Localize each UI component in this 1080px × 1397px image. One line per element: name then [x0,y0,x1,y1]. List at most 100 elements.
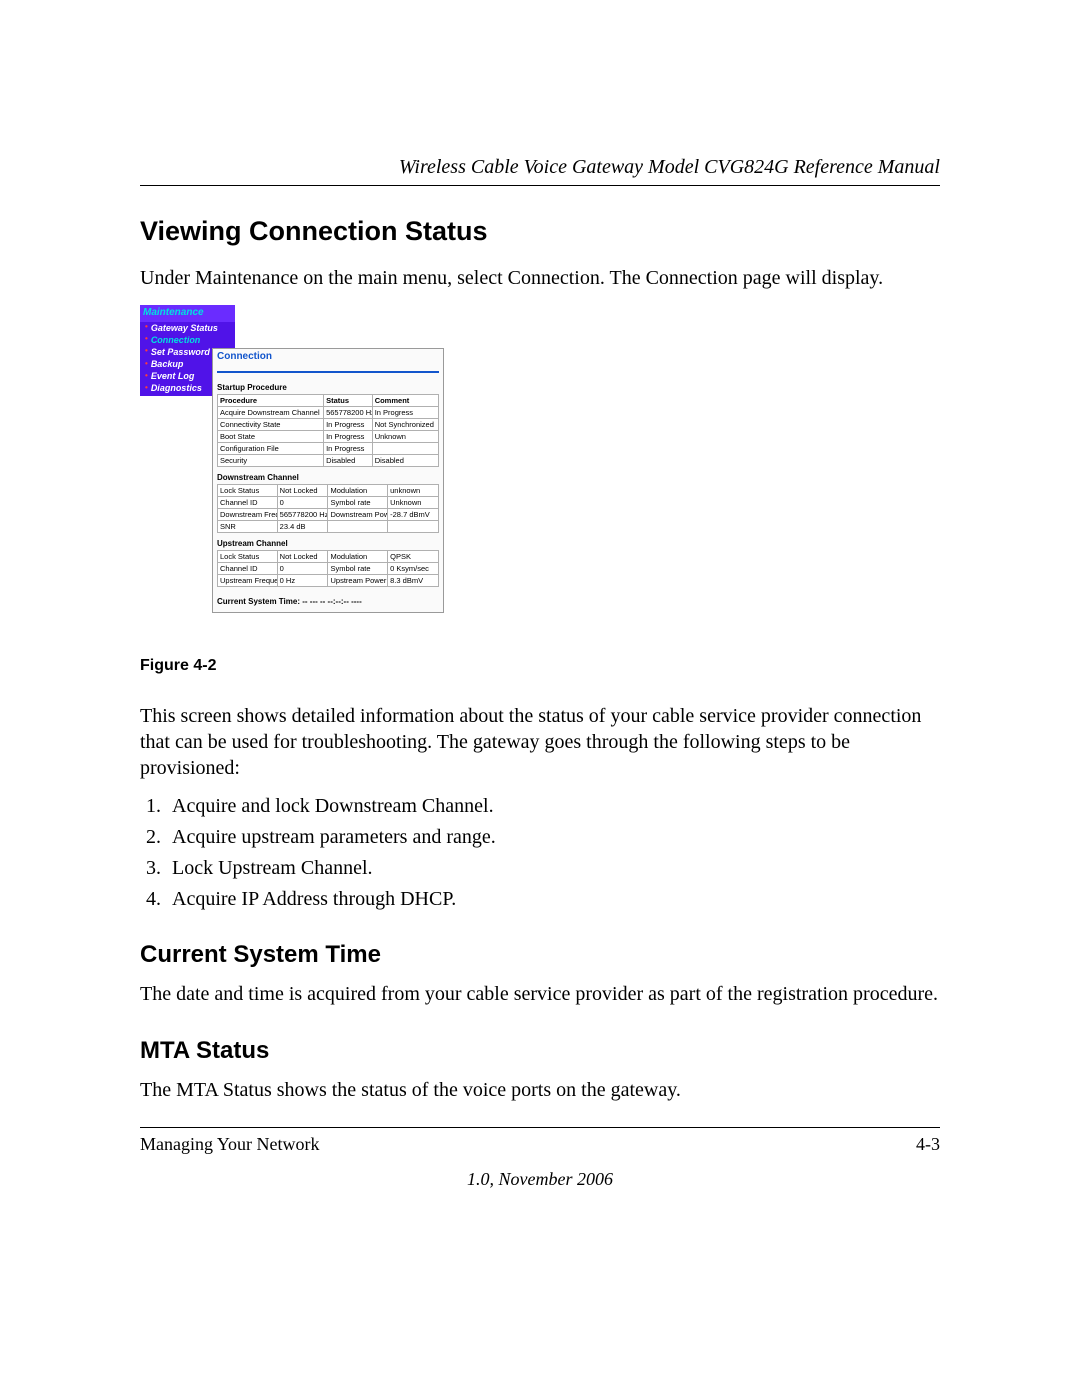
bullet-icon: • [145,322,148,333]
list-item: Acquire upstream parameters and range. [166,826,940,849]
nav-link-label: Backup [151,358,184,370]
table-cell: Disabled [372,455,438,467]
upstream-heading: Upstream Channel [217,539,439,548]
table-row: SNR23.4 dB [218,521,439,533]
bullet-icon: • [145,359,148,370]
divider [140,1127,940,1128]
table-cell: Disabled [324,455,373,467]
table-cell: SNR [218,521,278,533]
figure-caption: Figure 4-2 [140,657,940,675]
table-cell: Lock Status [218,485,278,497]
table-cell: Channel ID [218,497,278,509]
table-row: Channel ID0Symbol rate0 Ksym/sec [218,563,439,575]
table-cell: Modulation [328,551,388,563]
current-system-time: Current System Time: -- --- -- --:--:-- … [217,597,439,606]
footer: Managing Your Network 4-3 [140,1134,940,1155]
heading-mta-status: MTA Status [140,1037,940,1065]
table-cell: Unknown [372,431,438,443]
table-cell: 0 Hz [277,575,328,587]
startup-heading: Startup Procedure [217,383,439,392]
table-cell: 565778200 Hz [277,509,328,521]
table-cell: 0 [277,497,328,509]
provisioning-steps: Acquire and lock Downstream Channel. Acqu… [140,795,940,911]
table-cell: In Progress [324,431,373,443]
table-cell: 0 Ksym/sec [388,563,439,575]
list-item: Acquire IP Address through DHCP. [166,888,940,911]
nav-link-label: Diagnostics [151,382,202,394]
startup-table: ProcedureStatusComment Acquire Downstrea… [217,394,439,467]
downstream-heading: Downstream Channel [217,473,439,482]
table-row: Upstream Frequency0 HzUpstream Power8.3 … [218,575,439,587]
table-cell: Not Locked [277,551,328,563]
heading-current-system-time: Current System Time [140,941,940,969]
systime-label: Current System Time: [217,597,300,606]
table-cell: Not Locked [277,485,328,497]
table-row: Lock StatusNot LockedModulationunknown [218,485,439,497]
cst-paragraph: The date and time is acquired from your … [140,981,940,1007]
list-item: Acquire and lock Downstream Channel. [166,795,940,818]
table-cell: Security [218,455,324,467]
table-cell [388,521,439,533]
mta-paragraph: The MTA Status shows the status of the v… [140,1077,940,1103]
table-cell [328,521,388,533]
table-cell [372,443,438,455]
table-row: Connectivity StateIn ProgressNot Synchro… [218,419,439,431]
nav-category: Maintenance [140,305,235,322]
document-page: Wireless Cable Voice Gateway Model CVG82… [0,0,1080,1397]
intro-paragraph: Under Maintenance on the main menu, sele… [140,265,940,291]
connection-panel: Connection Startup Procedure ProcedureSt… [212,348,444,613]
nav-link-label: Connection [151,334,201,346]
bullet-icon: • [145,371,148,382]
table-cell: 0 [277,563,328,575]
footer-left: Managing Your Network [140,1134,320,1155]
footer-page-number: 4-3 [916,1134,940,1155]
table-cell: Upstream Frequency [218,575,278,587]
table-cell: Connectivity State [218,419,324,431]
table-cell: In Progress [324,443,373,455]
table-cell: Channel ID [218,563,278,575]
table-cell: Boot State [218,431,324,443]
table-cell: Unknown [388,497,439,509]
nav-link[interactable]: •Gateway Status [140,322,235,334]
nav-link[interactable]: •Connection [140,334,235,346]
table-cell: Downstream Frequency [218,509,278,521]
nav-link-label: Event Log [151,370,195,382]
table-cell: Lock Status [218,551,278,563]
table-header: Status [324,395,373,407]
table-row: Lock StatusNot LockedModulationQPSK [218,551,439,563]
table-cell: Acquire Downstream Channel [218,407,324,419]
table-cell: 23.4 dB [277,521,328,533]
footer-version: 1.0, November 2006 [140,1169,940,1190]
table-header: Procedure [218,395,324,407]
nav-link-label: Set Password [151,346,210,358]
connection-screenshot: Maintenance •Gateway Status•Connection•S… [140,305,440,645]
upstream-table: Lock StatusNot LockedModulationQPSKChann… [217,550,439,587]
table-cell: 565778200 Hz [324,407,373,419]
table-cell: Symbol rate [328,497,388,509]
list-item: Lock Upstream Channel. [166,857,940,880]
table-row: SecurityDisabledDisabled [218,455,439,467]
table-row: Channel ID0Symbol rateUnknown [218,497,439,509]
divider [140,185,940,186]
bullet-icon: • [145,346,148,357]
table-cell: 8.3 dBmV [388,575,439,587]
bullet-icon: • [145,334,148,345]
panel-separator [217,363,439,373]
systime-value: -- --- -- --:--:-- ---- [302,597,362,606]
nav-link-label: Gateway Status [151,322,218,334]
table-cell: Not Synchronized [372,419,438,431]
table-row: Acquire Downstream Channel565778200 HzIn… [218,407,439,419]
table-cell: QPSK [388,551,439,563]
table-cell: In Progress [324,419,373,431]
body-paragraph: This screen shows detailed information a… [140,703,940,781]
table-row: Configuration FileIn Progress [218,443,439,455]
heading-viewing-connection-status: Viewing Connection Status [140,216,940,247]
header-title: Wireless Cable Voice Gateway Model CVG82… [140,156,940,179]
table-header: Comment [372,395,438,407]
table-cell: Downstream Power [328,509,388,521]
table-cell: Symbol rate [328,563,388,575]
table-cell: unknown [388,485,439,497]
table-row: Downstream Frequency565778200 HzDownstre… [218,509,439,521]
bullet-icon: • [145,383,148,394]
table-row: Boot StateIn ProgressUnknown [218,431,439,443]
